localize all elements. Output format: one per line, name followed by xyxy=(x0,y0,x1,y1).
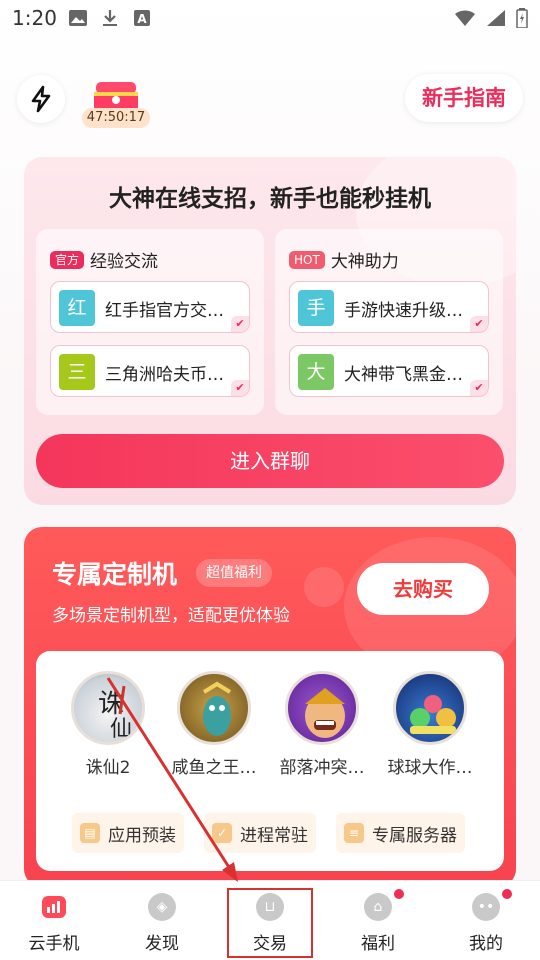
server-icon: ≡ xyxy=(344,823,364,843)
salted-fish-game-icon xyxy=(177,671,251,745)
game-item[interactable]: 咸鱼之王… xyxy=(164,671,264,778)
feature-chip: ✓ 进程常驻 xyxy=(204,813,316,853)
custom-machine-card: 专属定制机 超值福利 多场景定制机型，适配更优体验 去购买 诛仙 诛仙2 咸鱼之… xyxy=(24,527,516,887)
value-badge: 超值福利 xyxy=(196,559,272,587)
status-icons-left: A xyxy=(68,9,152,27)
check-icon: ✔ xyxy=(231,316,249,332)
lightning-button[interactable] xyxy=(17,75,65,123)
clash-game-icon xyxy=(285,671,359,745)
group-item[interactable]: 红 红手指官方交… ✔ xyxy=(50,281,250,333)
hot-tag: HOT xyxy=(289,250,325,269)
custom-card-subtitle: 多场景定制机型，适配更优体验 xyxy=(52,606,290,626)
feature-chip: ≡ 专属服务器 xyxy=(336,813,465,853)
group-avatar: 大 xyxy=(298,354,334,390)
nav-item-welfare[interactable]: ⌂ 福利 xyxy=(328,881,428,960)
shield-icon: ✓ xyxy=(212,823,232,843)
signal-icon xyxy=(487,10,505,26)
nav-item-discover[interactable]: ◈ 发现 xyxy=(112,881,212,960)
group-item[interactable]: 三 三角洲哈夫币… ✔ xyxy=(50,345,250,397)
group-avatar: 三 xyxy=(59,354,95,390)
gift-icon: ⌂ xyxy=(364,893,392,921)
official-panel: 官方 经验交流 红 红手指官方交… ✔ 三 三角洲哈夫币… ✔ xyxy=(36,229,264,415)
notification-dot xyxy=(394,889,404,899)
check-icon: ✔ xyxy=(231,380,249,396)
status-time: 1:20 xyxy=(12,6,57,30)
group-card-title: 大神在线支招，新手也能秒挂机 xyxy=(109,186,431,212)
game-item[interactable]: 球球大作… xyxy=(380,671,480,778)
compass-icon: ◈ xyxy=(148,893,176,921)
notification-dot xyxy=(502,889,512,899)
profile-icon: •• xyxy=(472,893,500,921)
highlight-box xyxy=(227,888,313,958)
status-icons-right xyxy=(454,8,528,28)
game-label: 咸鱼之王… xyxy=(171,758,257,778)
battery-icon xyxy=(516,8,528,28)
image-icon xyxy=(69,10,87,26)
download-icon xyxy=(103,10,117,26)
game-item[interactable]: 部落冲突… xyxy=(272,671,372,778)
nav-label: 发现 xyxy=(145,934,179,954)
buy-button[interactable]: 去购买 xyxy=(357,563,489,615)
panel-name: 大神助力 xyxy=(330,252,399,272)
feature-chip: ▤ 应用预装 xyxy=(72,813,184,853)
game-label: 诛仙2 xyxy=(85,758,131,778)
nav-item-mine[interactable]: •• 我的 xyxy=(436,881,536,960)
svg-text:A: A xyxy=(137,12,147,26)
wifi-icon xyxy=(455,10,475,26)
beginner-guide-button[interactable]: 新手指南 xyxy=(405,74,523,122)
check-icon: ✔ xyxy=(470,316,488,332)
group-avatar: 红 xyxy=(59,290,95,326)
lightning-icon xyxy=(31,85,51,113)
group-avatar: 手 xyxy=(298,290,334,326)
text-a-icon: A xyxy=(134,10,150,26)
zhuxian-game-icon: 诛仙 xyxy=(71,671,145,745)
feature-label: 进程常驻 xyxy=(240,825,308,846)
panel-header: HOT 大神助力 xyxy=(289,247,399,272)
decorative-circle xyxy=(304,567,344,607)
preinstall-icon: ▤ xyxy=(80,823,100,843)
nav-label: 云手机 xyxy=(28,934,80,954)
nav-item-cloud-phone[interactable]: 云手机 xyxy=(4,881,104,960)
nav-label: 福利 xyxy=(361,934,395,954)
group-name: 三角洲哈夫币… xyxy=(105,365,224,385)
svg-text:仙: 仙 xyxy=(110,717,132,742)
panel-name: 经验交流 xyxy=(90,252,159,272)
treasure-chest[interactable]: 47:50:17 xyxy=(82,78,150,128)
official-tag: 官方 xyxy=(50,250,85,269)
treasure-chest-icon xyxy=(94,82,138,110)
countdown-timer: 47:50:17 xyxy=(82,108,150,128)
game-label: 球球大作… xyxy=(387,758,473,778)
game-label: 部落冲突… xyxy=(279,758,365,778)
hot-panel: HOT 大神助力 手 手游快速升级… ✔ 大 大神带飞黑金… ✔ xyxy=(275,229,503,415)
ball-battle-game-icon xyxy=(393,671,467,745)
group-name: 大神带飞黑金… xyxy=(344,365,463,385)
check-icon: ✔ xyxy=(470,380,488,396)
group-name: 手游快速升级… xyxy=(344,301,463,321)
group-chat-card: 大神在线支招，新手也能秒挂机 官方 经验交流 红 红手指官方交… ✔ 三 三角洲… xyxy=(24,157,516,505)
group-item[interactable]: 手 手游快速升级… ✔ xyxy=(289,281,489,333)
panel-header: 官方 经验交流 xyxy=(50,247,158,272)
join-group-button[interactable]: 进入群聊 xyxy=(36,434,504,488)
games-panel: 诛仙 诛仙2 咸鱼之王… 部落冲突… 球球大作… ▤ 应用预装 ✓ 进程常驻 ≡… xyxy=(36,651,504,871)
group-item[interactable]: 大 大神带飞黑金… ✔ xyxy=(289,345,489,397)
group-name: 红手指官方交… xyxy=(105,301,224,321)
game-item[interactable]: 诛仙 诛仙2 xyxy=(58,671,158,778)
feature-label: 专属服务器 xyxy=(372,825,457,846)
feature-label: 应用预装 xyxy=(108,825,176,846)
status-bar: 1:20 A xyxy=(0,0,540,36)
nav-label: 我的 xyxy=(469,934,503,954)
cloud-phone-icon xyxy=(42,896,66,918)
custom-card-title: 专属定制机 xyxy=(52,560,178,589)
